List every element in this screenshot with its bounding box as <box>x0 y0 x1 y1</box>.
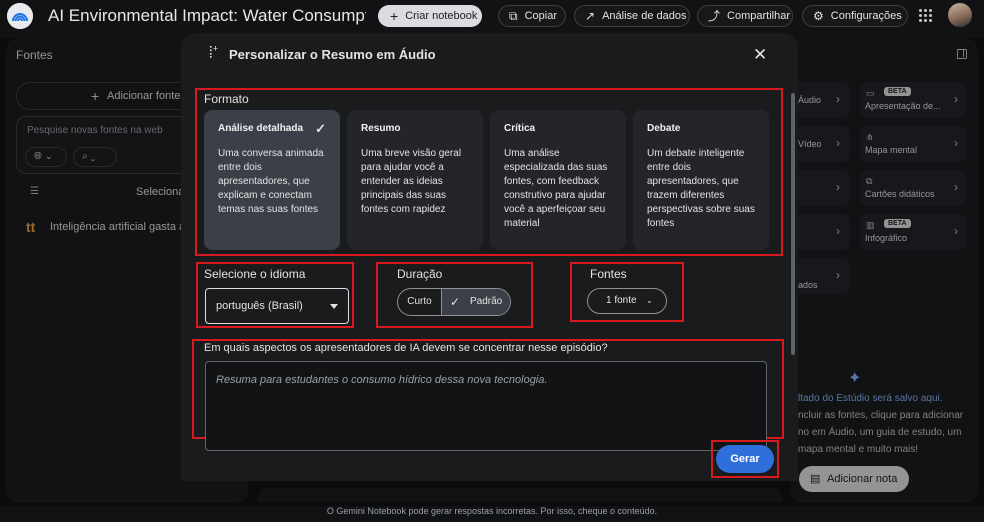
settings-button[interactable]: ⚙ Configurações <box>802 5 908 27</box>
format-option-debate[interactable]: Debate Um debate inteligente entre dois … <box>633 110 769 250</box>
create-notebook-label: Criar notebook <box>405 10 478 22</box>
share-icon: ⤴ <box>708 9 721 23</box>
settings-label: Configurações <box>830 10 902 22</box>
notebook-logo-icon[interactable] <box>7 3 33 29</box>
data-analysis-button[interactable]: ↗ Análise de dados <box>574 5 690 27</box>
focus-prompt-textarea[interactable]: Resuma para estudantes o consumo hídrico… <box>205 361 767 451</box>
format-option-desc: Uma breve visão geral para ajudar você a… <box>361 148 462 215</box>
share-button[interactable]: ⤴ Compartilhar <box>697 5 793 27</box>
format-option-desc: Uma análise especializada das suas fonte… <box>504 148 608 229</box>
top-bar: AI Environmental Impact: Water Consumpti… <box>0 0 984 34</box>
format-option-summary[interactable]: Resumo Uma breve visão geral para ajudar… <box>347 110 483 250</box>
language-select[interactable]: português (Brasil) <box>205 288 349 324</box>
copy-label: Copiar <box>524 10 557 22</box>
sources-label: Fontes <box>590 267 627 281</box>
format-option-title: Resumo <box>361 123 401 134</box>
dialog-scrollbar[interactable] <box>791 93 795 355</box>
gear-icon: ⚙ <box>813 9 824 23</box>
duration-default-option[interactable]: ✓ Padrão <box>442 289 510 315</box>
customize-audio-dialog: ⦙⁺ Personalizar o Resumo em Áudio ✕ Form… <box>181 33 798 481</box>
disclaimer-text: O Gemini Notebook pode gerar respostas i… <box>326 506 658 516</box>
format-option-title-text: Análise detalhada <box>218 123 304 134</box>
dialog-title: Personalizar o Resumo em Áudio <box>229 47 436 62</box>
duration-label: Duração <box>397 267 443 281</box>
chevron-down-icon: ⌄ <box>646 296 653 305</box>
plus-icon: + <box>390 8 399 24</box>
format-option-critique[interactable]: Crítica Uma análise especializada das su… <box>490 110 626 250</box>
create-notebook-button[interactable]: + Criar notebook <box>378 5 482 27</box>
audio-sparkle-icon: ⦙⁺ <box>209 45 219 62</box>
duration-default-label: Padrão <box>470 296 503 307</box>
close-icon[interactable]: ✕ <box>753 45 767 65</box>
user-avatar[interactable] <box>948 3 972 27</box>
format-option-desc: Uma conversa animada entre dois apresent… <box>218 148 324 215</box>
dropdown-arrow-icon <box>330 304 338 309</box>
language-label: Selecione o idioma <box>204 267 306 281</box>
duration-short-option[interactable]: Curto <box>398 289 442 315</box>
format-option-title: Debate <box>647 123 681 134</box>
share-label: Compartilhar <box>727 10 790 22</box>
format-label: Formato <box>204 92 249 106</box>
language-value: português (Brasil) <box>216 300 303 312</box>
data-analysis-label: Análise de dados <box>602 10 687 22</box>
sources-count: 1 fonte <box>606 295 637 306</box>
trending-icon: ↗ <box>585 9 596 23</box>
sources-select-button[interactable]: 1 fonte ⌄ <box>587 288 667 314</box>
apps-grid-icon[interactable] <box>919 9 933 23</box>
prompt-placeholder: Resuma para estudantes o consumo hídrico… <box>216 374 548 386</box>
notebook-title[interactable]: AI Environmental Impact: Water Consumpti… <box>48 6 366 26</box>
format-option-title: Análise detalhada ✓ <box>218 121 326 147</box>
format-option-title: Crítica <box>504 123 536 134</box>
copy-button[interactable]: ⧉ Copiar <box>498 5 566 27</box>
prompt-label: Em quais aspectos os apresentadores de I… <box>204 342 608 354</box>
check-icon: ✓ <box>450 295 461 309</box>
generate-button[interactable]: Gerar <box>716 445 774 473</box>
duration-toggle: Curto ✓ Padrão <box>397 288 511 316</box>
format-option-desc: Um debate inteligente entre dois apresen… <box>647 148 755 229</box>
check-icon: ✓ <box>315 121 326 136</box>
copy-icon: ⧉ <box>509 9 518 23</box>
format-option-detailed[interactable]: Análise detalhada ✓ Uma conversa animada… <box>204 110 340 250</box>
